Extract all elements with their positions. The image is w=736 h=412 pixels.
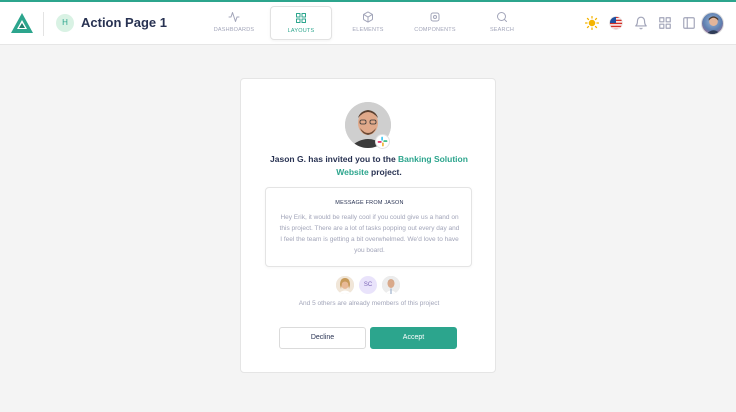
- grid-icon: [296, 13, 306, 23]
- page-avatar: H: [56, 14, 74, 32]
- member-avatar-2[interactable]: SC: [359, 276, 377, 294]
- us-flag-icon[interactable]: [609, 16, 623, 30]
- invitation-text: Jason G. has invited you to the Banking …: [261, 153, 477, 178]
- invite-suffix: project.: [368, 166, 402, 177]
- logo-icon[interactable]: [11, 13, 33, 33]
- accept-button[interactable]: Accept: [370, 327, 457, 349]
- decline-button[interactable]: Decline: [279, 327, 366, 349]
- member-avatar-3[interactable]: [382, 276, 400, 294]
- tab-label: COMPONENTS: [414, 27, 456, 33]
- tab-label: ELEMENTS: [352, 27, 384, 33]
- member-avatar-1[interactable]: [336, 276, 354, 294]
- apps-grid-icon[interactable]: [658, 16, 672, 30]
- member-photo: [382, 276, 400, 294]
- sidebar-icon[interactable]: [682, 16, 696, 30]
- tab-label: LAYOUTS: [287, 28, 315, 34]
- settings-icon: [430, 12, 440, 22]
- tab-label: DASHBOARDS: [213, 27, 255, 33]
- inviter-badge: [375, 134, 390, 149]
- tab-components[interactable]: COMPONENTS: [404, 6, 466, 40]
- invitation-card: Jason G. has invited you to the Banking …: [240, 78, 496, 373]
- tab-dashboards[interactable]: DASHBOARDS: [203, 6, 265, 40]
- bell-icon[interactable]: [634, 16, 648, 30]
- tab-elements[interactable]: ELEMENTS: [337, 6, 399, 40]
- member-photo: [336, 276, 354, 294]
- member-initials: SC: [363, 282, 373, 288]
- inviter-text: Jason G. has invited you to the: [270, 154, 399, 164]
- user-avatar[interactable]: [701, 12, 724, 35]
- message-title: MESSAGE FROM JASON: [335, 200, 404, 206]
- slack-icon: [377, 136, 388, 147]
- message-body: Hey Erik, it would be really cool if you…: [279, 214, 460, 254]
- members-text: And 5 others are already members of this…: [298, 300, 440, 307]
- user-avatar-image: [706, 16, 721, 34]
- page-title: Action Page 1: [81, 15, 167, 30]
- header-divider: [43, 12, 44, 36]
- activity-icon: [228, 12, 240, 22]
- search-icon: [497, 12, 507, 22]
- box-icon: [363, 11, 373, 23]
- tab-label: SEARCH: [489, 27, 515, 33]
- navbar: H Action Page 1 DASHBOARDS LAYOUTS ELEME…: [0, 2, 736, 45]
- sun-icon[interactable]: [585, 16, 599, 30]
- message-box: MESSAGE FROM JASON Hey Erik, it would be…: [265, 187, 472, 267]
- tab-search[interactable]: SEARCH: [471, 6, 533, 40]
- tab-layouts[interactable]: LAYOUTS: [270, 6, 332, 40]
